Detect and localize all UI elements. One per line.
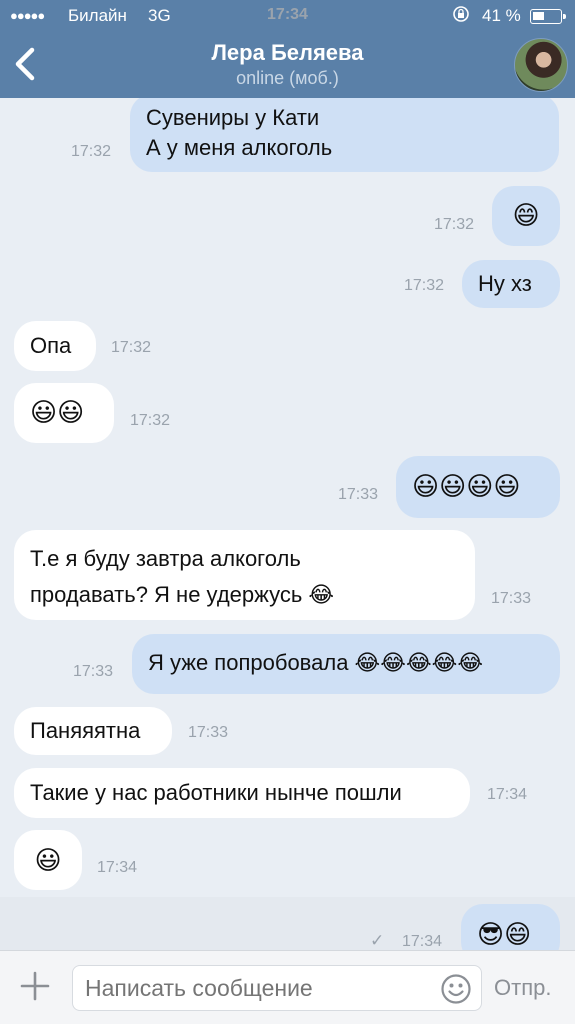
message-input[interactable] (72, 965, 482, 1011)
message-bubble-outgoing[interactable]: Сувениры у Кати А у меня алкоголь (130, 98, 559, 172)
message-text: Такие у нас работники нынче пошли (30, 780, 402, 805)
message-bubble-incoming[interactable]: Паняяятна (14, 707, 172, 755)
message-time: 17:32 (130, 412, 171, 429)
emoji-sunglasses-grin: 😎😄 (477, 919, 532, 949)
message-list[interactable]: Сувениры у Кати А у меня алкоголь 17:32 … (0, 98, 575, 950)
message-text: Т.е я буду завтра алкоголь (30, 546, 301, 571)
message-bubble-outgoing[interactable]: 😃😃😃😃 (396, 456, 560, 518)
battery-icon (530, 9, 566, 24)
message-time: 17:32 (111, 339, 152, 356)
message-time: 17:32 (71, 143, 112, 160)
message-time: 17:34 (487, 786, 528, 803)
message-bubble-outgoing[interactable]: 😄 (492, 186, 560, 246)
message-text: Сувениры у Кати (146, 105, 320, 130)
navigation-bar: ●●●●● Билайн 3G 17:34 41 % Лера Беляева … (0, 0, 575, 98)
message-bubble-outgoing[interactable]: Я уже попробовала 😂😂😂😂😂 (132, 634, 560, 694)
message-bubble-incoming[interactable]: 😃 (14, 830, 82, 890)
contact-status: online (моб.) (236, 68, 339, 88)
lock-rotation-icon (452, 5, 470, 28)
avatar[interactable] (514, 38, 568, 92)
plus-icon (20, 971, 50, 1001)
message-text: продавать? Я не удержусь 😂 (30, 582, 335, 607)
message-time: 17:33 (73, 663, 114, 680)
message-text: А у меня алкоголь (146, 135, 333, 160)
smiley-icon (441, 974, 471, 1004)
contact-name[interactable]: Лера Беляева (0, 40, 575, 66)
message-bubble-outgoing[interactable]: 😎😄 (461, 904, 560, 950)
read-check-icon: ✓ (370, 931, 385, 950)
message-bubble-incoming[interactable]: Опа (14, 321, 96, 371)
message-text: Я уже попробовала 😂😂😂😂😂 (148, 650, 484, 675)
status-bar: ●●●●● Билайн 3G 17:34 41 % (0, 0, 575, 32)
message-time: 17:33 (188, 724, 229, 741)
attach-button[interactable] (18, 969, 52, 1003)
message-time: 17:33 (338, 486, 379, 503)
message-bubble-incoming[interactable]: Такие у нас работники нынче пошли (14, 768, 470, 818)
send-button[interactable]: Отпр. (494, 975, 551, 1001)
message-time: 17:34 (97, 859, 138, 876)
message-text: Опа (30, 333, 72, 358)
message-text: Паняяятна (30, 718, 141, 743)
emoji-smiley: 😃😃 (30, 397, 85, 427)
composer-bar: Отпр. (0, 950, 575, 1024)
message-time: 17:34 (402, 933, 443, 950)
message-bubble-outgoing[interactable]: Ну хз (462, 260, 560, 308)
message-time: 17:33 (491, 590, 532, 607)
message-time: 17:32 (434, 216, 475, 233)
message-bubble-incoming[interactable]: Т.е я буду завтра алкоголь продавать? Я … (14, 530, 475, 620)
message-time: 17:32 (404, 277, 445, 294)
emoji-grin: 😄 (512, 200, 540, 230)
message-text: Ну хз (478, 271, 532, 296)
emoji-smiley: 😃 (34, 845, 62, 875)
battery-percent: 41 % (482, 6, 521, 25)
emoji-button[interactable] (440, 973, 472, 1005)
message-bubble-incoming[interactable]: 😃😃 (14, 383, 114, 443)
emoji-smiley: 😃😃😃😃 (412, 471, 521, 501)
